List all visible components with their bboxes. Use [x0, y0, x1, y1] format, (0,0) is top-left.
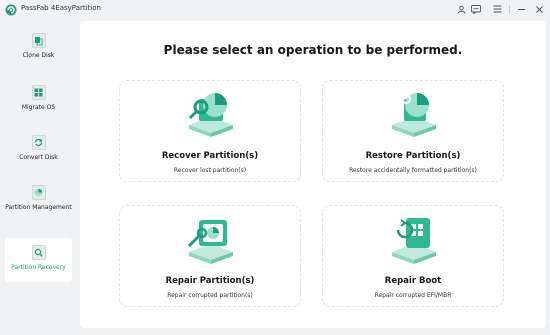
sidebar-item-partition-management[interactable]: Partition Management [5, 178, 72, 228]
repair-partition-card[interactable]: Repair Partition(s) Repair corrupted par… [119, 205, 301, 307]
card-title: Repair Boot [384, 276, 442, 286]
sidebar-item-partition-recovery[interactable]: Partition Recovery [5, 238, 72, 282]
card-title: Recover Partition(s) [161, 151, 259, 161]
repair-partition-icon [187, 220, 233, 264]
title-separator [509, 5, 510, 14]
card-description: Restore accidentally formatted partition… [349, 167, 477, 174]
clone-disk-icon [31, 33, 46, 48]
partition-recovery-icon [31, 245, 46, 260]
sidebar-item-label: Partition Recovery [11, 264, 66, 271]
sidebar: Clone Disk Migrate OS Convert Disk Parti… [0, 22, 76, 335]
recover-partition-card[interactable]: Recover Partition(s) Recover lost partit… [119, 80, 301, 182]
restore-partition-icon [392, 90, 436, 137]
menu-icon[interactable] [491, 3, 503, 15]
app-logo-icon [5, 4, 17, 16]
sidebar-item-label: Clone Disk [22, 52, 55, 59]
partition-management-icon [31, 185, 46, 200]
minimize-icon[interactable] [515, 3, 527, 15]
card-title: Restore Partition(s) [365, 151, 461, 161]
restore-partition-card[interactable]: Restore Partition(s) Restore accidentall… [322, 80, 504, 182]
card-title: Repair Partition(s) [165, 276, 255, 286]
feedback-icon[interactable] [470, 3, 482, 15]
card-description: Repair corrupted partition(s) [167, 292, 253, 299]
title-bar: PassFab 4EasyPartition [0, 0, 550, 20]
sidebar-item-migrate-os[interactable]: Migrate OS [5, 78, 72, 122]
main-panel: Please select an operation to be perform… [80, 21, 546, 328]
convert-disk-icon [31, 135, 46, 150]
user-icon[interactable] [455, 3, 467, 15]
sidebar-item-label: Partition Management [5, 204, 72, 211]
sidebar-item-convert-disk[interactable]: Convert Disk [5, 128, 72, 172]
repair-boot-card[interactable]: Repair Boot Repair corrupted EFI/MBR [322, 205, 504, 307]
repair-boot-icon [392, 218, 436, 264]
card-description: Recover lost partition(s) [173, 167, 247, 174]
app-title: PassFab 4EasyPartition [21, 4, 101, 12]
page-title: Please select an operation to be perform… [163, 43, 463, 57]
recover-partition-icon [188, 93, 233, 137]
close-icon[interactable] [533, 3, 545, 15]
sidebar-item-label: Convert Disk [19, 154, 58, 161]
sidebar-item-clone-disk[interactable]: Clone Disk [5, 26, 72, 70]
migrate-os-icon [31, 85, 46, 100]
sidebar-item-label: Migrate OS [21, 104, 56, 111]
card-description: Repair corrupted EFI/MBR [374, 292, 452, 299]
